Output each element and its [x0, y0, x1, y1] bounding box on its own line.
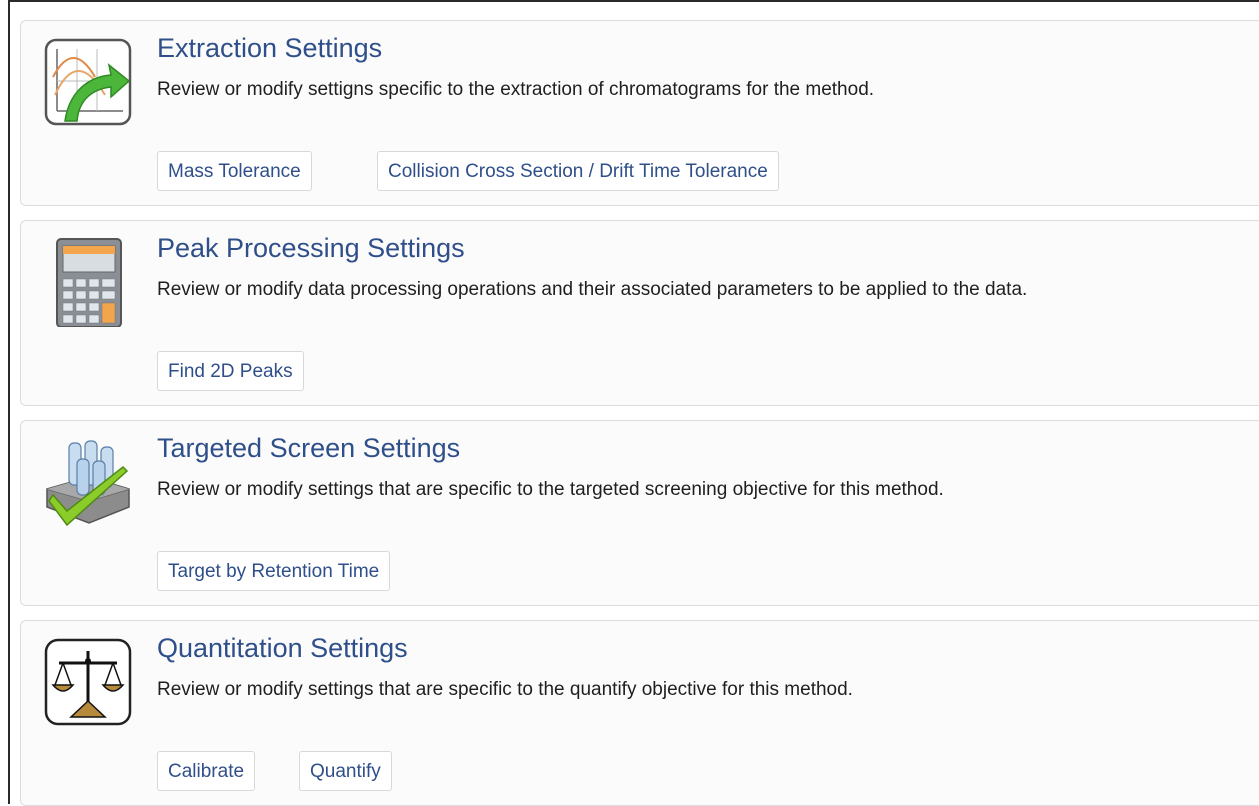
- section-title: Peak Processing Settings: [157, 233, 465, 263]
- find-2d-peaks-button[interactable]: Find 2D Peaks: [157, 351, 304, 391]
- settings-list: Extraction Settings Review or modify set…: [8, 0, 1259, 806]
- extraction-settings-panel: Extraction Settings Review or modify set…: [20, 20, 1259, 206]
- calibrate-button[interactable]: Calibrate: [157, 751, 256, 791]
- peak-processing-settings-panel: Peak Processing Settings Review or modif…: [20, 220, 1259, 406]
- section-title: Extraction Settings: [157, 33, 383, 63]
- target-by-retention-time-button[interactable]: Target by Retention Time: [157, 551, 391, 591]
- section-description: Review or modify settings that are speci…: [157, 679, 853, 700]
- section-description: Review or modify settigns specific to th…: [157, 79, 875, 100]
- ccs-drift-time-tolerance-button[interactable]: Collision Cross Section / Drift Time Tol…: [377, 151, 779, 191]
- extraction-chart-arrow-icon: [43, 37, 133, 127]
- calculator-icon: [43, 237, 133, 328]
- targeted-screen-settings-panel: Targeted Screen Settings Review or modif…: [20, 420, 1259, 606]
- section-title: Quantitation Settings: [157, 633, 408, 663]
- section-title: Targeted Screen Settings: [157, 433, 461, 463]
- section-description: Review or modify data processing operati…: [157, 279, 1028, 300]
- quantitation-settings-panel: Quantitation Settings Review or modify s…: [20, 620, 1259, 806]
- vials-checkmark-icon: [43, 437, 133, 527]
- mass-tolerance-button[interactable]: Mass Tolerance: [157, 151, 312, 191]
- quantify-button[interactable]: Quantify: [299, 751, 392, 791]
- section-description: Review or modify settings that are speci…: [157, 479, 944, 500]
- balance-scale-icon: [43, 637, 133, 727]
